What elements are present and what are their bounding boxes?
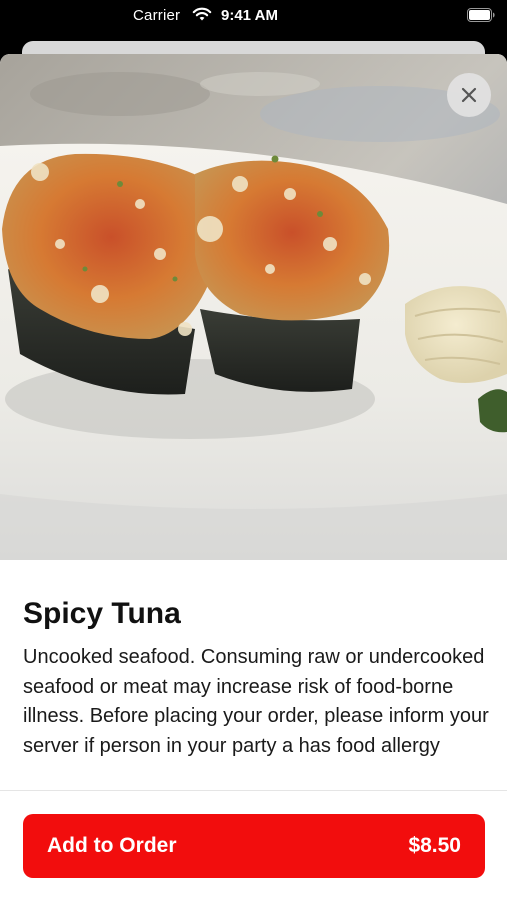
battery-icon	[467, 8, 495, 22]
add-to-order-button[interactable]: Add to Order $8.50	[23, 814, 485, 878]
app-screen: Carrier 9:41 AM Spicy Tuna Uncooked seaf…	[0, 0, 507, 900]
bottom-divider	[0, 790, 507, 791]
carrier-label: Carrier	[133, 7, 181, 24]
item-detail-sheet: Spicy Tuna Uncooked seafood. Consuming r…	[0, 54, 507, 900]
add-to-order-label: Add to Order	[47, 834, 177, 857]
close-button[interactable]	[447, 73, 491, 117]
status-bar: Carrier 9:41 AM	[0, 0, 507, 34]
sushi-photo-graphic	[0, 54, 507, 560]
close-icon	[461, 87, 477, 103]
sushi-photo	[0, 54, 507, 560]
item-price: $8.50	[408, 834, 461, 857]
item-description: Uncooked seafood. Consuming raw or under…	[23, 646, 489, 757]
wifi-icon	[192, 7, 212, 21]
item-title: Spicy Tuna	[23, 597, 181, 630]
clock-time: 9:41 AM	[221, 7, 278, 24]
item-details: Spicy Tuna Uncooked seafood. Consuming r…	[23, 594, 493, 761]
